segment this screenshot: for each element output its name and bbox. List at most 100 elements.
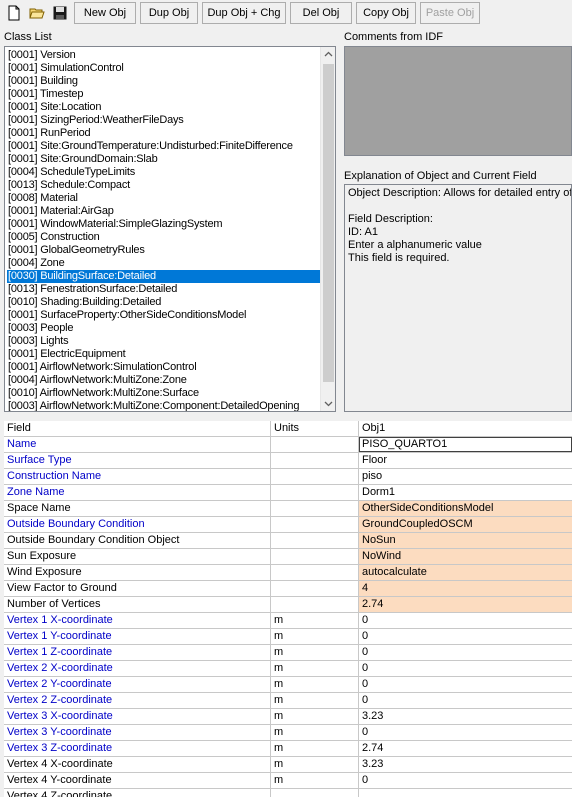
grid-row[interactable]: Surface Type Floor xyxy=(4,453,572,469)
class-list-item[interactable]: [0008] Material xyxy=(7,192,79,205)
value-cell[interactable]: 2.74 xyxy=(359,597,572,612)
open-folder-icon[interactable] xyxy=(26,2,46,23)
value-cell[interactable]: NoSun xyxy=(359,533,572,548)
class-list-item[interactable]: [0001] Material:AirGap xyxy=(7,205,115,218)
value-cell[interactable]: 0 xyxy=(359,693,572,708)
dup-obj-button[interactable]: Dup Obj xyxy=(140,2,198,24)
grid-row[interactable]: Vertex 4 X-coordinate m 3.23 xyxy=(4,757,572,773)
value-cell[interactable]: 4 xyxy=(359,581,572,596)
class-list-item[interactable]: [0030] BuildingSurface:Detailed xyxy=(7,270,322,283)
units-cell xyxy=(271,533,359,548)
value-cell[interactable]: OtherSideConditionsModel xyxy=(359,501,572,516)
value-cell[interactable]: GroundCoupledOSCM xyxy=(359,517,572,532)
class-list-item[interactable]: [0004] Zone xyxy=(7,257,66,270)
class-list-item[interactable]: [0001] Site:GroundTemperature:Undisturbe… xyxy=(7,140,294,153)
class-list-item[interactable]: [0003] Lights xyxy=(7,335,69,348)
grid-row[interactable]: Wind Exposure autocalculate xyxy=(4,565,572,581)
value-cell[interactable]: Dorm1 xyxy=(359,485,572,500)
units-cell xyxy=(271,453,359,468)
value-cell[interactable]: autocalculate xyxy=(359,565,572,580)
scroll-down-arrow-icon[interactable] xyxy=(321,396,335,411)
class-list-item[interactable]: [0001] Timestep xyxy=(7,88,84,101)
new-obj-button[interactable]: New Obj xyxy=(74,2,136,24)
value-cell[interactable]: 3.23 xyxy=(359,757,572,772)
grid-row[interactable]: Vertex 1 Z-coordinate m 0 xyxy=(4,645,572,661)
grid-row[interactable]: Vertex 3 Z-coordinate m 2.74 xyxy=(4,741,572,757)
value-cell[interactable] xyxy=(359,789,572,797)
value-cell[interactable]: 0 xyxy=(359,613,572,628)
class-list-item[interactable]: [0003] People xyxy=(7,322,74,335)
class-list-item[interactable]: [0001] RunPeriod xyxy=(7,127,91,140)
class-list-item[interactable]: [0001] Version xyxy=(7,49,77,62)
grid-row[interactable]: Name PISO_QUARTO1 xyxy=(4,437,572,453)
class-list-item[interactable]: [0013] FenestrationSurface:Detailed xyxy=(7,283,178,296)
class-list-item[interactable]: [0013] Schedule:Compact xyxy=(7,179,131,192)
value-cell[interactable]: NoWind xyxy=(359,549,572,564)
comments-textbox[interactable] xyxy=(344,46,572,156)
class-list-item[interactable]: [0001] Site:GroundDomain:Slab xyxy=(7,153,159,166)
class-list-item[interactable]: [0001] SizingPeriod:WeatherFileDays xyxy=(7,114,185,127)
name-value-input[interactable]: PISO_QUARTO1 xyxy=(359,437,572,452)
class-list-item[interactable]: [0001] AirflowNetwork:SimulationControl xyxy=(7,361,197,374)
grid-row[interactable]: Vertex 2 Z-coordinate m 0 xyxy=(4,693,572,709)
scroll-thumb[interactable] xyxy=(323,64,334,382)
value-cell[interactable]: piso xyxy=(359,469,572,484)
units-cell xyxy=(271,501,359,516)
grid-row[interactable]: Zone Name Dorm1 xyxy=(4,485,572,501)
copy-obj-button[interactable]: Copy Obj xyxy=(356,2,416,24)
class-list-item[interactable]: [0004] ScheduleTypeLimits xyxy=(7,166,136,179)
new-file-icon[interactable] xyxy=(3,2,23,23)
grid-row[interactable]: Outside Boundary Condition GroundCoupledO… xyxy=(4,517,572,533)
value-cell[interactable]: 0 xyxy=(359,725,572,740)
grid-row[interactable]: Vertex 4 Z-coordinate xyxy=(4,789,572,797)
class-list-item[interactable]: [0001] WindowMaterial:SimpleGlazingSyste… xyxy=(7,218,223,231)
del-obj-button[interactable]: Del Obj xyxy=(290,2,352,24)
scroll-up-arrow-icon[interactable] xyxy=(321,47,335,62)
grid-row[interactable]: Outside Boundary Condition Object NoSun xyxy=(4,533,572,549)
class-list-item[interactable]: [0001] ElectricEquipment xyxy=(7,348,127,361)
class-list-item[interactable]: [0004] AirflowNetwork:MultiZone:Zone xyxy=(7,374,188,387)
grid-row[interactable]: Vertex 4 Y-coordinate m 0 xyxy=(4,773,572,789)
class-list[interactable]: [0001] Version [0001] SimulationControl [0… xyxy=(4,46,336,412)
obj1-column-header[interactable]: Obj1 xyxy=(359,421,572,436)
class-list-item[interactable]: [0001] Building xyxy=(7,75,79,88)
field-name-cell: Sun Exposure xyxy=(4,549,271,564)
save-disk-icon[interactable] xyxy=(49,2,69,23)
class-list-scrollbar[interactable] xyxy=(320,47,335,411)
class-list-item[interactable]: [0001] SurfaceProperty:OtherSideConditio… xyxy=(7,309,247,322)
class-list-item[interactable]: [0003] AirflowNetwork:MultiZone:Componen… xyxy=(7,400,300,411)
grid-row[interactable]: Construction Name piso xyxy=(4,469,572,485)
value-cell[interactable]: 0 xyxy=(359,629,572,644)
class-list-item[interactable]: [0001] Site:Location xyxy=(7,101,102,114)
value-cell[interactable]: Floor xyxy=(359,453,572,468)
explanation-line: This field is required. xyxy=(348,252,450,264)
grid-row[interactable]: Vertex 3 X-coordinate m 3.23 xyxy=(4,709,572,725)
value-cell[interactable]: 0 xyxy=(359,661,572,676)
dup-obj-chg-button[interactable]: Dup Obj + Chg xyxy=(202,2,286,24)
grid-row[interactable]: View Factor to Ground 4 xyxy=(4,581,572,597)
field-name-cell: Vertex 1 Y-coordinate xyxy=(4,629,271,644)
value-cell[interactable]: 0 xyxy=(359,645,572,660)
grid-row[interactable]: Space Name OtherSideConditionsModel xyxy=(4,501,572,517)
grid-row[interactable]: Vertex 1 Y-coordinate m 0 xyxy=(4,629,572,645)
class-list-item[interactable]: [0010] Shading:Building:Detailed xyxy=(7,296,162,309)
class-list-item[interactable]: [0001] GlobalGeometryRules xyxy=(7,244,146,257)
grid-row[interactable]: Number of Vertices 2.74 xyxy=(4,597,572,613)
grid-row[interactable]: Sun Exposure NoWind xyxy=(4,549,572,565)
explanation-line: Field Description: xyxy=(348,213,433,225)
value-cell[interactable]: 2.74 xyxy=(359,741,572,756)
class-list-item[interactable]: [0001] SimulationControl xyxy=(7,62,125,75)
grid-row[interactable]: Vertex 2 Y-coordinate m 0 xyxy=(4,677,572,693)
value-cell[interactable]: 0 xyxy=(359,773,572,788)
field-grid[interactable]: Field Units Obj1 Name PISO_QUARTO1 Surface… xyxy=(4,421,572,797)
value-cell[interactable]: 3.23 xyxy=(359,709,572,724)
units-cell: m xyxy=(271,661,359,676)
class-list-item[interactable]: [0010] AirflowNetwork:MultiZone:Surface xyxy=(7,387,200,400)
grid-row[interactable]: Vertex 3 Y-coordinate m 0 xyxy=(4,725,572,741)
value-cell[interactable]: 0 xyxy=(359,677,572,692)
grid-row[interactable]: Vertex 1 X-coordinate m 0 xyxy=(4,613,572,629)
field-name-cell: Construction Name xyxy=(4,469,271,484)
units-cell xyxy=(271,437,359,452)
class-list-item[interactable]: [0005] Construction xyxy=(7,231,101,244)
grid-row[interactable]: Vertex 2 X-coordinate m 0 xyxy=(4,661,572,677)
